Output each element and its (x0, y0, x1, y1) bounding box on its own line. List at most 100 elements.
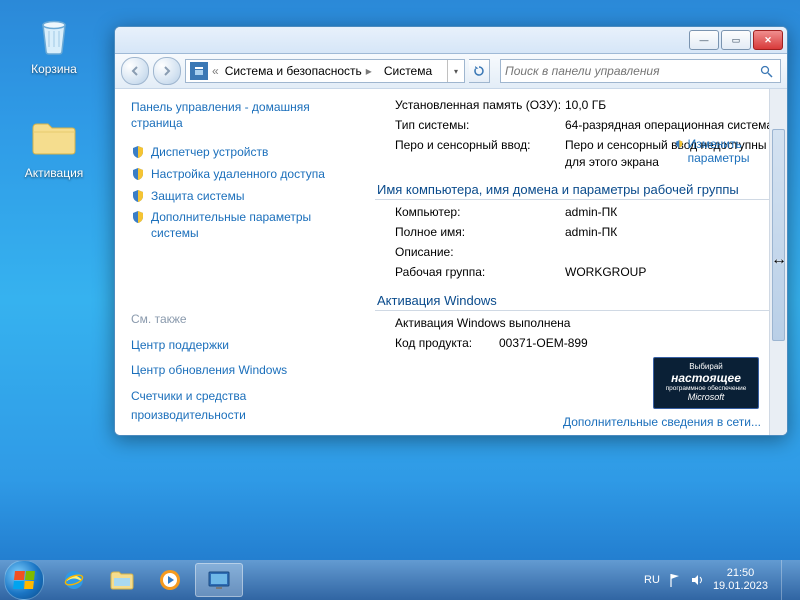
genuine-line2: настоящее (671, 372, 741, 385)
arrow-right-icon (161, 65, 173, 77)
internet-explorer-icon (62, 568, 86, 592)
activation-status-text: Активация Windows выполнена (395, 315, 777, 331)
taskbar-control-panel[interactable] (195, 563, 243, 597)
start-button[interactable] (4, 560, 44, 600)
resize-handle-icon[interactable]: ↔ (771, 251, 787, 269)
breadcrumb-prefix-chevron-icon: « (212, 64, 219, 78)
label: Описание: (395, 244, 565, 260)
learn-more-online-link[interactable]: Дополнительные сведения в сети... (563, 415, 761, 429)
genuine-microsoft-badge[interactable]: Выбирай настоящее программное обеспечени… (653, 357, 759, 409)
show-desktop-button[interactable] (781, 560, 792, 600)
label: Установленная память (ОЗУ): (395, 97, 565, 113)
taskbar-ie[interactable] (51, 564, 97, 596)
sidebar-link-device-manager[interactable]: Диспетчер устройств (131, 145, 347, 161)
scrollbar-thumb[interactable] (772, 129, 785, 341)
desktop-icon-activation[interactable]: Активация (16, 114, 92, 180)
titlebar[interactable]: — ▭ ✕ (115, 27, 787, 54)
section-computer-name: Имя компьютера, имя домена и параметры р… (375, 176, 777, 200)
arrow-left-icon (129, 65, 141, 77)
main-content: Установленная память (ОЗУ): 10,0 ГБ Тип … (361, 89, 787, 435)
row-activation-status: Активация Windows выполнена (395, 315, 777, 331)
sidebar-link-text: Настройка удаленного доступа (151, 167, 325, 183)
minimize-button[interactable]: — (689, 30, 719, 50)
breadcrumb-seg2[interactable]: Система (378, 64, 438, 78)
label: Компьютер: (395, 204, 565, 220)
sidebar-link-text: Дополнительные параметры системы (151, 210, 347, 241)
taskbar-explorer[interactable] (99, 564, 145, 596)
sidebar-link-remote-settings[interactable]: Настройка удаленного доступа (131, 167, 347, 183)
desktop: Корзина Активация — ▭ ✕ « Сист (0, 0, 800, 600)
sidebar: Панель управления - домашняя страница Ди… (115, 89, 361, 435)
breadcrumb[interactable]: « Система и безопасность▸ Система ▾ (185, 59, 465, 83)
system-icon (207, 569, 231, 591)
window-body: Панель управления - домашняя страница Ди… (115, 89, 787, 435)
search-input[interactable] (501, 64, 760, 78)
sidebar-link-system-protection[interactable]: Защита системы (131, 189, 347, 205)
value: admin-ПК (565, 224, 777, 240)
control-panel-icon (190, 62, 208, 80)
shield-icon (131, 145, 145, 159)
label: Код продукта: (395, 335, 499, 351)
control-panel-home-link[interactable]: Панель управления - домашняя страница (131, 99, 347, 131)
maximize-button[interactable]: ▭ (721, 30, 751, 50)
breadcrumb-seg1-text: Система и безопасность (225, 64, 362, 78)
sidebar-link-text: Диспетчер устройств (151, 145, 268, 161)
close-glyph: ✕ (764, 35, 772, 46)
desktop-icon-label: Корзина (16, 62, 92, 76)
value: 10,0 ГБ (565, 97, 777, 113)
system-tray: RU 21:50 19.01.2023 (644, 560, 796, 600)
value: 00371-OEM-899 (499, 335, 777, 351)
search-icon[interactable] (760, 65, 780, 78)
folder-icon (30, 114, 78, 162)
media-player-icon (158, 568, 182, 592)
tray-volume-icon[interactable] (690, 573, 704, 587)
see-also-performance[interactable]: Счетчики и средства производительности (131, 387, 347, 425)
clock-time: 21:50 (713, 567, 768, 580)
desktop-icon-recycle-bin[interactable]: Корзина (16, 10, 92, 76)
change-settings-link[interactable]: Изменить параметры (675, 137, 761, 165)
label: Перо и сенсорный ввод: (395, 137, 565, 153)
search-box[interactable] (500, 59, 781, 83)
breadcrumb-seg2-text: Система (384, 64, 432, 78)
see-also-windows-update[interactable]: Центр обновления Windows (131, 361, 347, 380)
system-properties-window: — ▭ ✕ « Система и безопасность▸ Система … (114, 26, 788, 436)
maximize-glyph: ▭ (732, 35, 741, 46)
label: Рабочая группа: (395, 264, 565, 280)
value: WORKGROUP (565, 264, 777, 280)
shield-icon (131, 189, 145, 203)
see-also-action-center[interactable]: Центр поддержки (131, 336, 347, 355)
row-product-id: Код продукта: 00371-OEM-899 (395, 335, 777, 351)
windows-logo-icon (13, 571, 35, 589)
refresh-button[interactable] (469, 59, 490, 83)
breadcrumb-dropdown[interactable]: ▾ (447, 60, 464, 82)
tray-clock[interactable]: 21:50 19.01.2023 (713, 567, 768, 593)
row-system-type: Тип системы: 64-разрядная операционная с… (395, 117, 777, 133)
see-also-header: См. также (131, 312, 347, 326)
forward-button[interactable] (153, 57, 181, 85)
close-button[interactable]: ✕ (753, 30, 783, 50)
shield-icon (131, 210, 145, 224)
breadcrumb-seg1[interactable]: Система и безопасность▸ (219, 64, 378, 78)
back-button[interactable] (121, 57, 149, 85)
clock-date: 19.01.2023 (713, 580, 768, 593)
taskbar: RU 21:50 19.01.2023 (0, 560, 800, 600)
tray-flag-icon[interactable] (669, 572, 681, 588)
label: Полное имя: (395, 224, 565, 240)
language-indicator[interactable]: RU (644, 574, 660, 586)
change-settings-text: Изменить параметры (688, 137, 761, 165)
shield-icon (131, 167, 145, 181)
taskbar-media-player[interactable] (147, 564, 193, 596)
desktop-icon-label: Активация (16, 166, 92, 180)
row-full-name: Полное имя: admin-ПК (395, 224, 777, 240)
value: admin-ПК (565, 204, 777, 220)
sidebar-link-text: Защита системы (151, 189, 244, 205)
genuine-brand: Microsoft (688, 393, 725, 403)
sidebar-link-advanced-settings[interactable]: Дополнительные параметры системы (131, 210, 347, 241)
navbar: « Система и безопасность▸ Система ▾ (115, 54, 787, 89)
file-explorer-icon (109, 569, 135, 591)
value: 64-разрядная операционная система (565, 117, 777, 133)
label: Тип системы: (395, 117, 565, 133)
row-description: Описание: (395, 244, 777, 260)
refresh-icon (473, 65, 485, 77)
row-computer-name: Компьютер: admin-ПК (395, 204, 777, 220)
